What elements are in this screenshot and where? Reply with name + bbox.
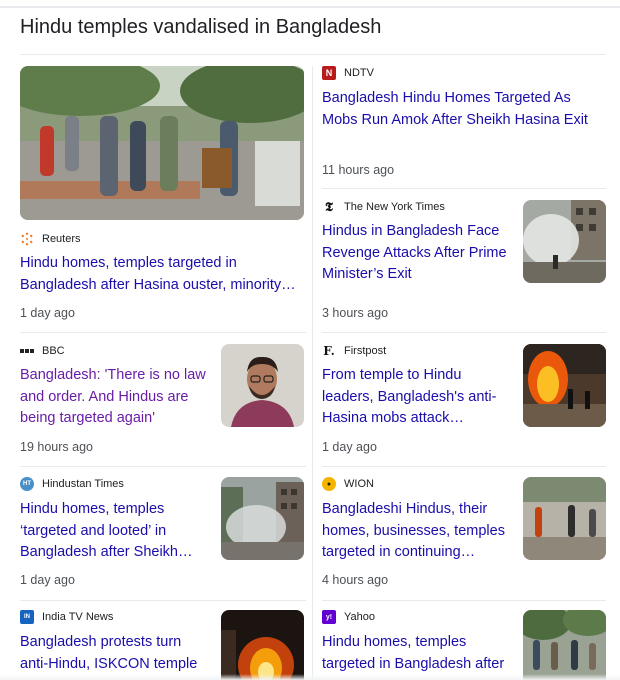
- page-title: Hindu temples vandalised in Bangladesh: [20, 16, 382, 38]
- article-time: 3 hours ago: [322, 306, 389, 320]
- article-title-link[interactable]: Bangladesh Hindu Homes Targeted As Mobs …: [322, 88, 606, 131]
- yahoo-logo-icon: y!: [322, 610, 336, 624]
- source-line: ● WION: [322, 477, 374, 491]
- source-line: 𝕿 The New York Times: [322, 200, 445, 214]
- news-card-yahoo[interactable]: y! Yahoo Hindu homes, temples targeted i…: [322, 601, 606, 680]
- article-thumbnail[interactable]: [20, 66, 304, 220]
- source-name: India TV News: [42, 611, 114, 623]
- reuters-logo-icon: [20, 232, 34, 246]
- source-name: NDTV: [344, 67, 374, 79]
- news-card-ndtv[interactable]: N NDTV Bangladesh Hindu Homes Targeted A…: [322, 66, 606, 188]
- article-thumbnail[interactable]: [221, 477, 304, 560]
- news-card-hindustan-times[interactable]: HT Hindustan Times Hindu homes, temples …: [20, 467, 306, 599]
- news-card-wion[interactable]: ● WION Bangladeshi Hindus, their homes, …: [322, 467, 606, 599]
- firstpost-logo-icon: F.: [323, 344, 335, 358]
- article-title-link[interactable]: Hindu homes, temples ‘targeted and loote…: [20, 499, 212, 564]
- article-thumbnail[interactable]: [523, 200, 606, 283]
- article-title-link[interactable]: Hindu homes, temples targeted in Banglad…: [20, 253, 304, 296]
- news-card-firstpost[interactable]: F. Firstpost From temple to Hindu leader…: [322, 333, 606, 465]
- article-title-link[interactable]: Hindus in Bangladesh Face Revenge Attack…: [322, 221, 514, 286]
- source-name: Hindustan Times: [42, 478, 124, 490]
- source-name: BBC: [42, 345, 65, 357]
- article-title-link[interactable]: Bangladesh protests turn anti-Hindu, ISK…: [20, 632, 212, 675]
- smoke-building-image: [221, 477, 304, 560]
- nyt-logo-icon: 𝕿: [325, 200, 333, 214]
- article-title-link[interactable]: Hindu homes, temples targeted in Banglad…: [322, 632, 514, 675]
- fire-street-image: [523, 344, 606, 427]
- source-name: The New York Times: [344, 201, 445, 213]
- source-line: y! Yahoo: [322, 610, 375, 624]
- source-name: Firstpost: [344, 345, 387, 357]
- smoke-street-image: [523, 200, 606, 283]
- article-thumbnail[interactable]: [523, 344, 606, 427]
- news-card-reuters[interactable]: Reuters Hindu homes, temples targeted in…: [20, 66, 306, 328]
- source-line: Reuters: [20, 232, 81, 246]
- source-line: BBC: [20, 344, 65, 358]
- crowd-trees-image: [523, 610, 606, 680]
- divider: [20, 54, 606, 55]
- hindustan-times-logo-icon: HT: [20, 477, 34, 491]
- source-name: Reuters: [42, 233, 81, 245]
- ndtv-logo-icon: N: [322, 66, 336, 80]
- article-time: 19 hours ago: [20, 440, 93, 454]
- column-divider: [312, 66, 313, 680]
- article-title-link[interactable]: Bangladesh: 'There is no law and order. …: [20, 365, 212, 430]
- source-line: F. Firstpost: [322, 344, 386, 358]
- night-fire-image: [221, 610, 304, 680]
- news-card-india-tv[interactable]: IN India TV News Bangladesh protests tur…: [20, 601, 306, 680]
- source-name: Yahoo: [344, 611, 375, 623]
- article-title-link[interactable]: Bangladeshi Hindus, their homes, busines…: [322, 499, 514, 564]
- article-time: 11 hours ago: [322, 163, 395, 177]
- source-line: N NDTV: [322, 66, 374, 80]
- article-time: 4 hours ago: [322, 573, 389, 587]
- india-tv-logo-icon: IN: [20, 610, 34, 624]
- street-crowd-image: [20, 66, 304, 220]
- article-thumbnail[interactable]: [523, 477, 606, 560]
- source-line: HT Hindustan Times: [20, 477, 124, 491]
- article-title-link[interactable]: From temple to Hindu leaders, Bangladesh…: [322, 365, 514, 430]
- news-card-nyt[interactable]: 𝕿 The New York Times Hindus in Banglades…: [322, 189, 606, 331]
- article-thumbnail[interactable]: [523, 610, 606, 680]
- wion-logo-icon: ●: [322, 477, 336, 491]
- article-thumbnail[interactable]: [221, 344, 304, 427]
- bottom-fade: [0, 674, 620, 680]
- article-time: 1 day ago: [322, 440, 377, 454]
- bbc-logo-icon: [20, 344, 34, 358]
- man-portrait-image: [221, 344, 304, 427]
- source-name: WION: [344, 478, 374, 490]
- article-time: 1 day ago: [20, 573, 75, 587]
- news-card-bbc[interactable]: BBC Bangladesh: 'There is no law and ord…: [20, 333, 306, 465]
- source-line: IN India TV News: [20, 610, 113, 624]
- top-border: [0, 6, 620, 8]
- article-thumbnail[interactable]: [221, 610, 304, 680]
- protesters-street-image: [523, 477, 606, 560]
- article-time: 1 day ago: [20, 306, 75, 320]
